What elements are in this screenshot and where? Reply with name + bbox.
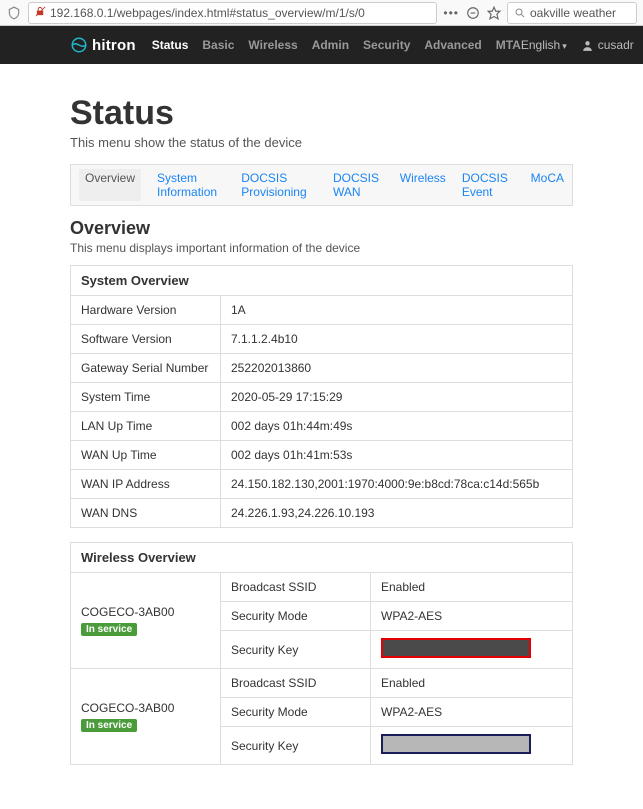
search-bar[interactable]: oakville weather bbox=[507, 2, 637, 24]
shield-icon[interactable] bbox=[6, 5, 22, 21]
row-value: 1A bbox=[221, 296, 573, 325]
row-label: WAN IP Address bbox=[71, 470, 221, 499]
table-row: System Time2020-05-29 17:15:29 bbox=[71, 383, 573, 412]
topnav-item-wireless[interactable]: Wireless bbox=[248, 38, 297, 52]
table-row: WAN DNS24.226.1.93,24.226.10.193 bbox=[71, 499, 573, 528]
table-row: WAN IP Address24.150.182.130,2001:1970:4… bbox=[71, 470, 573, 499]
row-label: Security Mode bbox=[221, 602, 371, 631]
security-key-value bbox=[371, 631, 573, 669]
row-label: Broadcast SSID bbox=[221, 573, 371, 602]
row-label: Security Key bbox=[221, 631, 371, 669]
user-menu[interactable]: cusadr bbox=[581, 38, 634, 52]
topnav-item-security[interactable]: Security bbox=[363, 38, 410, 52]
wireless-network-cell: COGECO-3AB00 In service bbox=[71, 573, 221, 669]
topnav-item-advanced[interactable]: Advanced bbox=[424, 38, 481, 52]
row-label: Hardware Version bbox=[71, 296, 221, 325]
table-row: WAN Up Time002 days 01h:41m:53s bbox=[71, 441, 573, 470]
tab-docsis-wan[interactable]: DOCSIS WAN bbox=[333, 171, 384, 199]
tab-system-information[interactable]: System Information bbox=[157, 171, 225, 199]
overview-title: Overview bbox=[70, 218, 573, 239]
topnav-item-admin[interactable]: Admin bbox=[312, 38, 349, 52]
topnav: hitron Status Basic Wireless Admin Security A… bbox=[0, 26, 643, 64]
row-label: WAN Up Time bbox=[71, 441, 221, 470]
language-selector[interactable]: English▾ bbox=[521, 38, 567, 52]
row-value: WPA2-AES bbox=[371, 602, 573, 631]
redacted-block bbox=[381, 638, 531, 658]
brand-text: hitron bbox=[92, 37, 136, 54]
brand-logo-icon bbox=[70, 36, 88, 54]
row-value: 2020-05-29 17:15:29 bbox=[221, 383, 573, 412]
reader-icon[interactable] bbox=[465, 5, 481, 21]
row-label: Security Mode bbox=[221, 698, 371, 727]
tab-overview[interactable]: Overview bbox=[79, 169, 141, 201]
url-text: 192.168.0.1/webpages/index.html#status_o… bbox=[50, 6, 365, 20]
row-label: Security Key bbox=[221, 727, 371, 765]
status-badge: In service bbox=[81, 719, 137, 732]
row-value: 7.1.1.2.4b10 bbox=[221, 325, 573, 354]
table-row: Software Version7.1.1.2.4b10 bbox=[71, 325, 573, 354]
topnav-item-status[interactable]: Status bbox=[152, 38, 189, 52]
brand[interactable]: hitron bbox=[70, 36, 136, 54]
row-label: Gateway Serial Number bbox=[71, 354, 221, 383]
topnav-item-basic[interactable]: Basic bbox=[202, 38, 234, 52]
wireless-network-cell: COGECO-3AB00 In service bbox=[71, 669, 221, 765]
url-bar[interactable]: 192.168.0.1/webpages/index.html#status_o… bbox=[28, 2, 437, 24]
wireless-overview-header: Wireless Overview bbox=[71, 543, 573, 573]
status-badge: In service bbox=[81, 623, 137, 636]
row-label: WAN DNS bbox=[71, 499, 221, 528]
ssid-label: COGECO-3AB00 bbox=[81, 605, 210, 619]
row-label: Broadcast SSID bbox=[221, 669, 371, 698]
row-value: WPA2-AES bbox=[371, 698, 573, 727]
table-row: Gateway Serial Number252202013860 bbox=[71, 354, 573, 383]
row-value: Enabled bbox=[371, 669, 573, 698]
browser-chrome: 192.168.0.1/webpages/index.html#status_o… bbox=[0, 0, 643, 26]
table-row: Hardware Version1A bbox=[71, 296, 573, 325]
page-subtitle: This menu show the status of the device bbox=[70, 135, 573, 150]
row-value: 002 days 01h:41m:53s bbox=[221, 441, 573, 470]
wireless-overview-table: Wireless Overview COGECO-3AB00In service… bbox=[70, 542, 573, 765]
row-label: Software Version bbox=[71, 325, 221, 354]
row-value: 002 days 01h:44m:49s bbox=[221, 412, 573, 441]
tab-wireless[interactable]: Wireless bbox=[400, 171, 446, 199]
not-secure-icon bbox=[35, 6, 46, 20]
system-overview-header: System Overview bbox=[71, 266, 573, 296]
page-content: Status This menu show the status of the … bbox=[0, 64, 643, 809]
security-key-value bbox=[371, 727, 573, 765]
chevron-down-icon: ▾ bbox=[562, 41, 567, 51]
page-actions-icon[interactable]: ••• bbox=[443, 6, 459, 20]
ssid-label: COGECO-3AB00 bbox=[81, 701, 210, 715]
tab-docsis-provisioning[interactable]: DOCSIS Provisioning bbox=[241, 171, 317, 199]
row-label: System Time bbox=[71, 383, 221, 412]
user-label: cusadr bbox=[598, 38, 634, 52]
redacted-block bbox=[381, 734, 531, 754]
system-overview-table: System Overview Hardware Version1ASoftwa… bbox=[70, 265, 573, 528]
tab-strip: Overview System Information DOCSIS Provisi… bbox=[70, 164, 573, 206]
row-label: LAN Up Time bbox=[71, 412, 221, 441]
row-value: 252202013860 bbox=[221, 354, 573, 383]
topnav-item-mta[interactable]: MTA bbox=[496, 38, 521, 52]
row-value: 24.226.1.93,24.226.10.193 bbox=[221, 499, 573, 528]
search-text: oakville weather bbox=[530, 6, 616, 20]
search-icon bbox=[514, 7, 526, 19]
user-icon bbox=[581, 39, 594, 52]
row-value: 24.150.182.130,2001:1970:4000:9e:b8cd:78… bbox=[221, 470, 573, 499]
bookmark-star-icon[interactable] bbox=[487, 6, 501, 20]
overview-subtitle: This menu displays important information… bbox=[70, 241, 573, 255]
table-row: COGECO-3AB00In serviceBroadcast SSIDEnab… bbox=[71, 573, 573, 602]
language-label: English bbox=[521, 38, 560, 52]
table-row: COGECO-3AB00In serviceBroadcast SSIDEnab… bbox=[71, 669, 573, 698]
row-value: Enabled bbox=[371, 573, 573, 602]
tab-moca[interactable]: MoCA bbox=[531, 171, 564, 199]
table-row: LAN Up Time002 days 01h:44m:49s bbox=[71, 412, 573, 441]
tab-docsis-event[interactable]: DOCSIS Event bbox=[462, 171, 515, 199]
page-title: Status bbox=[70, 94, 573, 133]
